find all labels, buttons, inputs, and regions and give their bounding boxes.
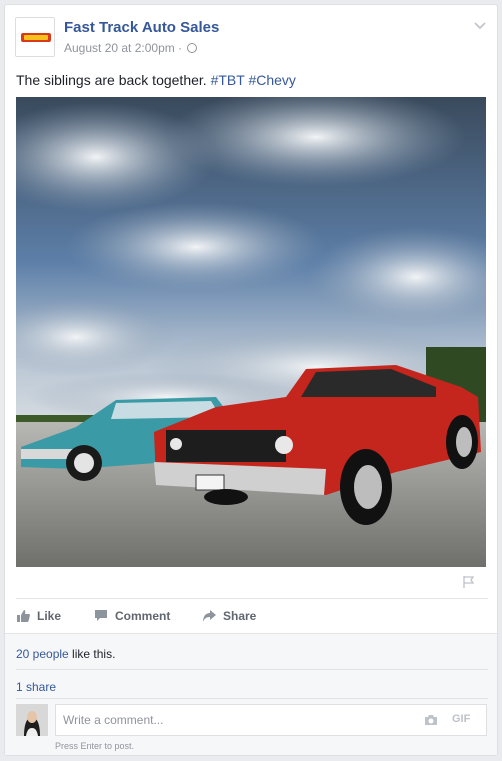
chevron-down-icon[interactable] (473, 19, 487, 33)
camera-icon[interactable] (424, 714, 438, 726)
flag-icon[interactable] (462, 575, 476, 589)
post-header: Fast Track Auto Sales August 20 at 2:00p… (15, 17, 489, 63)
likers-link[interactable]: 20 people (16, 647, 69, 661)
divider (16, 698, 488, 699)
gif-button[interactable]: GIF (452, 713, 470, 725)
meta-separator: · (178, 41, 183, 55)
comment-button[interactable]: Comment (94, 603, 170, 629)
likes-suffix: like this. (68, 647, 116, 661)
comment-placeholder: Write a comment... (63, 713, 164, 727)
shares-link[interactable]: 1 share (16, 680, 56, 694)
thumbs-up-icon (17, 610, 30, 622)
page-name-link[interactable]: Fast Track Auto Sales (64, 19, 219, 36)
divider (16, 669, 488, 670)
globe-icon[interactable] (187, 43, 198, 53)
comment-input[interactable]: Write a comment... GIF (55, 704, 487, 736)
share-button[interactable]: Share (202, 603, 256, 629)
post-meta: August 20 at 2:00pm · (64, 41, 198, 55)
like-button[interactable]: Like (16, 603, 61, 629)
share-label: Share (223, 609, 257, 623)
divider (16, 598, 488, 599)
press-enter-hint: Press Enter to post. (55, 741, 135, 751)
hashtag-chevy[interactable]: #Chevy (248, 72, 295, 88)
post-photo[interactable] (16, 97, 486, 567)
post-footer: 20 people like this. 1 share Write a com… (5, 633, 497, 755)
post-body: The siblings are back together. (16, 72, 207, 88)
like-label: Like (37, 609, 62, 623)
like-summary: 20 people like this. (16, 647, 115, 661)
user-avatar[interactable] (16, 704, 48, 736)
comment-icon (95, 610, 107, 621)
hashtag-tbt[interactable]: #TBT (211, 72, 245, 88)
post-card: Fast Track Auto Sales August 20 at 2:00p… (4, 4, 498, 756)
comment-label: Comment (115, 609, 171, 623)
post-timestamp[interactable]: August 20 at 2:00pm (64, 41, 175, 55)
page-avatar[interactable] (15, 17, 55, 57)
post-text: The siblings are back together. #TBT #Ch… (16, 72, 296, 88)
post-actions: Like Comment Share (16, 603, 488, 629)
share-icon (203, 610, 216, 622)
